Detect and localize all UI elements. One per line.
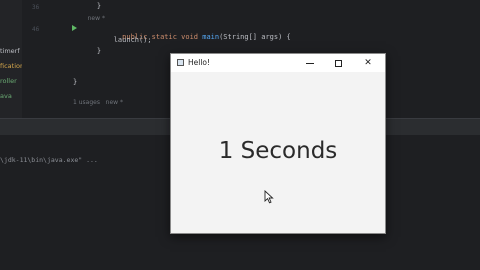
project-item[interactable]: timerf bbox=[0, 47, 20, 55]
seconds-counter-label: 1 Seconds bbox=[218, 138, 338, 164]
project-item[interactable]: fication bbox=[0, 62, 22, 70]
line-number-gutter: 36 46 bbox=[22, 0, 77, 118]
maximize-button[interactable] bbox=[323, 54, 353, 72]
line-number: 36 bbox=[32, 4, 40, 11]
code-line: } bbox=[80, 47, 102, 55]
line-number: 46 bbox=[32, 26, 40, 33]
code-line: } bbox=[80, 2, 102, 10]
project-tree-panel: timerf fication roller ava bbox=[0, 0, 23, 118]
window-content: 1 Seconds bbox=[171, 72, 385, 233]
console-command-line: \jdk-11\bin\java.exe" ... bbox=[0, 156, 98, 164]
code-hint: 1 usages new * bbox=[73, 99, 123, 106]
code-line: } bbox=[73, 78, 78, 86]
project-item[interactable]: roller bbox=[0, 77, 17, 85]
project-item[interactable]: ava bbox=[0, 92, 12, 100]
code-line: launch(); bbox=[80, 36, 152, 44]
window-titlebar[interactable]: Hello! ✕ bbox=[171, 54, 385, 72]
code-hint: new * bbox=[80, 15, 105, 22]
run-gutter-icon[interactable] bbox=[72, 25, 77, 31]
minimize-button[interactable] bbox=[295, 54, 325, 72]
minimize-icon bbox=[306, 62, 314, 64]
close-icon: ✕ bbox=[364, 58, 372, 68]
mouse-cursor-icon bbox=[264, 190, 274, 204]
close-button[interactable]: ✕ bbox=[353, 54, 383, 72]
maximize-icon bbox=[334, 59, 342, 67]
app-window[interactable]: Hello! ✕ 1 Seconds bbox=[170, 53, 386, 234]
window-title: Hello! bbox=[188, 58, 211, 67]
app-window-icon bbox=[177, 59, 184, 66]
